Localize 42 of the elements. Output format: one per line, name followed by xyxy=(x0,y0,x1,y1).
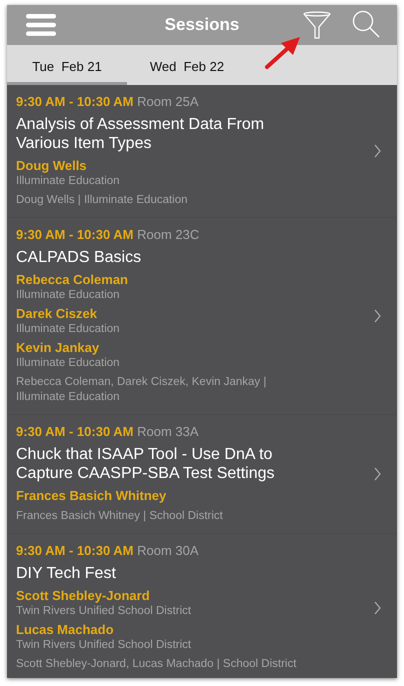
session-title: DIY Tech Fest xyxy=(16,564,117,583)
chevron-icon xyxy=(374,600,381,614)
session-row[interactable]: 9:30 AM - 10:30 AM Room 33A Chuck that ISAAP Tool - Use DnA to Capture CAASPP-SBA Test Settings Frances Basich Whitney Frances Basich Whitney | School District xyxy=(7,415,397,534)
speaker-name: Kevin Jankay xyxy=(16,339,100,356)
session-time: 9:30 AM - 10:30 AM xyxy=(16,227,134,242)
session-room: Room 25A xyxy=(137,94,199,109)
session-title: Analysis of Assessment Data From Various Item Types xyxy=(16,115,266,153)
session-room: Room 23C xyxy=(137,227,200,242)
speaker-summary: Doug Wells | Illuminate Education xyxy=(16,193,189,208)
date-tab[interactable]: Tue Feb 21 xyxy=(7,45,127,85)
date-tab[interactable]: Wed Feb 22 xyxy=(127,45,247,85)
session-title: CALPADS Basics xyxy=(16,248,142,267)
session-time: 9:30 AM - 10:30 AM xyxy=(16,94,134,109)
speaker-name: Lucas Machado xyxy=(16,621,115,638)
session-time: 9:30 AM - 10:30 AM xyxy=(16,543,134,558)
screen-title: Sessions xyxy=(164,15,240,35)
session-room: Room 33A xyxy=(137,424,199,439)
speaker-organization: Twin Rivers Unified School District xyxy=(16,638,192,652)
speaker-name: Rebecca Coleman xyxy=(16,271,129,288)
speaker-name: Darek Ciszek xyxy=(16,305,98,322)
session-room: Room 30A xyxy=(137,543,199,558)
menu-icon[interactable] xyxy=(26,14,56,36)
session-title: Chuck that ISAAP Tool - Use DnA to Capture CAASPP-SBA Test Settings xyxy=(16,445,276,483)
speaker-summary: Rebecca Coleman, Darek Ciszek, Kevin Jankay | Illuminate Education xyxy=(16,375,268,405)
chevron-icon xyxy=(374,467,381,481)
speaker-summary: Scott Shebley-Jonard, Lucas Machado | School District xyxy=(16,657,298,672)
speaker-summary: Frances Basich Whitney | School District xyxy=(16,509,224,524)
speaker-organization: Illuminate Education xyxy=(16,174,121,188)
speaker-organization: Illuminate Education xyxy=(16,356,121,370)
speaker-name: Doug Wells xyxy=(16,157,88,174)
search-icon[interactable] xyxy=(352,10,380,38)
funnel-icon[interactable] xyxy=(303,11,331,39)
session-row[interactable]: 9:30 AM - 10:30 AM Room 25A Analysis of Assessment Data From Various Item Types Doug Wells Illuminate Education Doug Wells | Illuminate Education xyxy=(7,85,397,218)
session-time: 9:30 AM - 10:30 AM xyxy=(16,424,134,439)
speaker-name: Frances Basich Whitney xyxy=(16,487,168,504)
chevron-icon xyxy=(374,144,381,158)
speaker-organization: Twin Rivers Unified School District xyxy=(16,604,192,618)
speaker-name: Scott Shebley-Jonard xyxy=(16,587,151,604)
speaker-organization: Illuminate Education xyxy=(16,322,121,336)
annotation-arrow xyxy=(264,34,302,70)
speaker-organization: Illuminate Education xyxy=(16,288,121,302)
chevron-icon xyxy=(374,309,381,323)
